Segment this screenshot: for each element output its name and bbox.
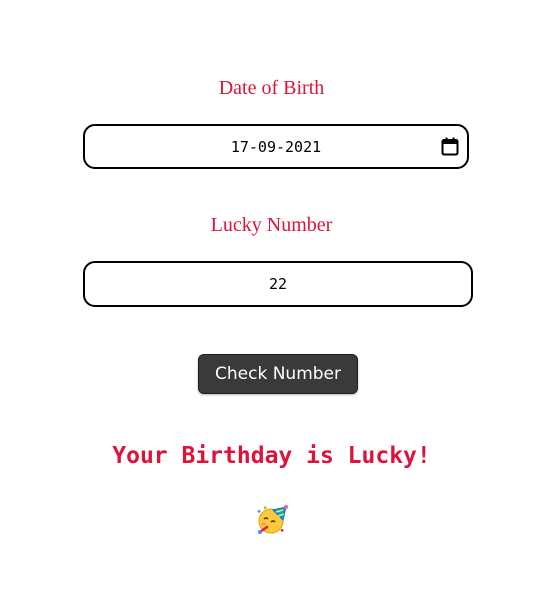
dob-value: 17-09-2021 (230, 137, 322, 156)
calendar-icon[interactable] (441, 137, 459, 156)
lucky-birthday-page: Date of Birth 17-09-2021 Lucky Number 22… (0, 0, 543, 591)
dob-input[interactable]: 17-09-2021 (83, 124, 469, 169)
lucky-number-label: Lucky Number (210, 214, 333, 236)
check-number-button[interactable]: Check Number (198, 354, 358, 394)
lucky-number-value: 22 (268, 275, 288, 293)
result-message: Your Birthday is Lucky! (112, 443, 431, 469)
dob-label: Date of Birth (218, 77, 325, 99)
lucky-number-input[interactable]: 22 (83, 261, 473, 307)
partying-face-icon (256, 504, 288, 536)
